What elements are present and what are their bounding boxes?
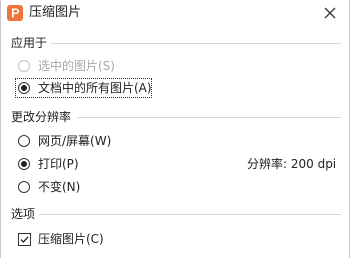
resolution-divider <box>77 117 341 118</box>
radio-label: 选中的图片(S) <box>38 59 115 73</box>
resolution-header: 更改分辨率 <box>11 110 72 124</box>
checkbox-label: 压缩图片(C) <box>38 232 104 246</box>
wps-presentation-icon <box>7 5 23 21</box>
radio-button[interactable] <box>18 158 30 170</box>
radio-button[interactable] <box>18 82 30 94</box>
radio-label: 文档中的所有图片(A) <box>38 81 152 95</box>
radio-button[interactable] <box>18 135 30 147</box>
radio-label: 打印(P) <box>38 157 79 171</box>
radio-label: 网页/屏幕(W) <box>38 134 112 148</box>
radio-button[interactable] <box>18 60 30 72</box>
options-header: 选项 <box>11 207 36 221</box>
resolution-readout: 分辨率: 200 dpi <box>247 157 337 171</box>
radio-label: 不变(N) <box>38 180 81 194</box>
apply-to-divider <box>51 43 341 44</box>
close-button[interactable] <box>321 4 339 22</box>
radio-button[interactable] <box>18 181 30 193</box>
title-bar: 压缩图片 <box>1 0 349 27</box>
dialog-title: 压缩图片 <box>29 5 82 20</box>
checkbox[interactable] <box>18 233 31 246</box>
checkmark-icon <box>20 236 29 243</box>
options-divider <box>39 214 341 215</box>
apply-to-header: 应用于 <box>11 36 48 50</box>
compress-pictures-dialog: 压缩图片 应用于 选中的图片(S) 文档中的所有图片(A) 更改分辨率 网页/屏… <box>0 0 350 258</box>
close-icon <box>324 7 336 19</box>
